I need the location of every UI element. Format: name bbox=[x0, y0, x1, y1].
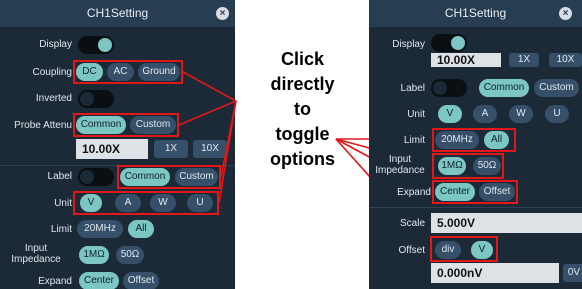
impedance-1mohm-button[interactable]: 1MΩ bbox=[438, 157, 466, 175]
expand-center-button[interactable]: Center bbox=[435, 183, 475, 201]
label-toggle[interactable] bbox=[431, 79, 467, 97]
offset-v-button[interactable]: V bbox=[471, 241, 493, 259]
display-toggle[interactable] bbox=[431, 34, 467, 52]
arrow-to-coupling bbox=[182, 71, 237, 102]
probe-10x-button[interactable]: 10X bbox=[549, 53, 582, 67]
unit-label: Unit bbox=[407, 109, 425, 120]
limit-label: Limit bbox=[403, 135, 425, 146]
arrow-to-probe bbox=[178, 100, 237, 126]
scale-label: Scale bbox=[399, 218, 425, 229]
impedance-50ohm-button[interactable]: 50Ω bbox=[473, 157, 501, 175]
divider bbox=[369, 207, 582, 208]
offset-zero-button[interactable]: 0V bbox=[563, 264, 582, 282]
probe-value-field[interactable]: 10.00X bbox=[431, 53, 501, 67]
offset-div-button[interactable]: div bbox=[435, 241, 461, 259]
unit-a-button[interactable]: A bbox=[473, 105, 497, 123]
label-label: Label bbox=[400, 83, 425, 94]
display-label: Display bbox=[392, 39, 425, 50]
scale-value-field[interactable]: 5.000V bbox=[431, 213, 582, 233]
close-icon[interactable]: × bbox=[559, 7, 572, 20]
unit-u-button[interactable]: U bbox=[545, 105, 569, 123]
input-impedance-label: Input Impedance bbox=[375, 154, 425, 176]
panel-title: CH1Setting bbox=[369, 0, 582, 27]
offset-value-field[interactable]: 0.000nV bbox=[431, 263, 559, 283]
probe-1x-button[interactable]: 1X bbox=[509, 53, 539, 67]
offset-label: Offset bbox=[398, 245, 426, 256]
limit-all-button[interactable]: All bbox=[484, 131, 509, 149]
label-custom-button[interactable]: Custom bbox=[534, 79, 579, 97]
ch1-settings-panel-right: CH1Setting × Display 10.00X 1X 10X Label… bbox=[369, 0, 582, 289]
unit-v-button[interactable]: V bbox=[438, 105, 462, 123]
expand-offset-button[interactable]: Offset bbox=[479, 183, 515, 201]
label-common-button[interactable]: Common bbox=[479, 79, 529, 97]
unit-w-button[interactable]: W bbox=[509, 105, 533, 123]
arrow-to-unit bbox=[218, 100, 237, 204]
limit-20mhz-button[interactable]: 20MHz bbox=[435, 131, 479, 149]
expand-label: Expand bbox=[397, 187, 431, 198]
